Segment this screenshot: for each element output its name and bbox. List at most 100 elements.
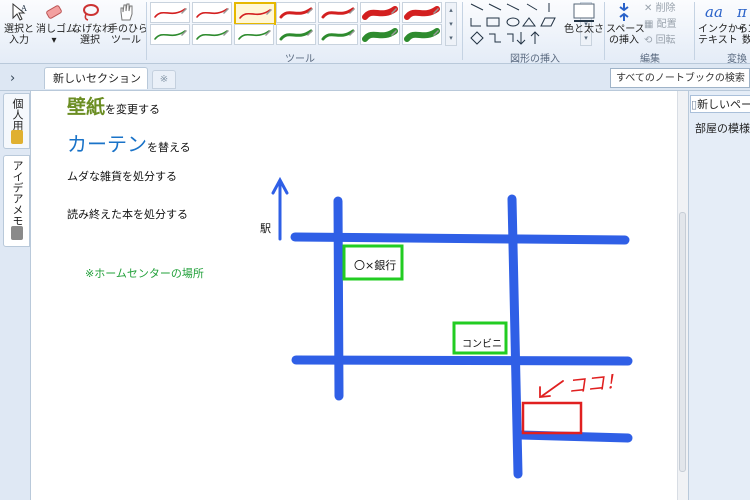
pen-stroke-icon <box>321 29 355 41</box>
tab-section-1[interactable]: 新しいセクション 1 <box>44 67 148 107</box>
delete-label: 削除 <box>655 3 676 14</box>
pen-swatch[interactable] <box>192 2 232 23</box>
road <box>507 194 523 479</box>
ribbon-separator <box>604 2 605 60</box>
road <box>333 196 344 401</box>
arrange-label: 配置 <box>656 19 677 30</box>
pan-tool-button[interactable]: 手のひら ツール <box>108 2 148 46</box>
pen-stroke-icon <box>238 30 271 40</box>
search-input[interactable]: すべてのノートブックの検索 (Ct <box>610 68 750 88</box>
notebook-tab-idea-memo[interactable]: アイデアメモ <box>3 155 30 247</box>
insert-space-button[interactable]: スペース の挿入 <box>606 2 645 46</box>
svg-text:A: A <box>20 4 27 13</box>
pen-stroke-icon <box>279 7 313 19</box>
pen-swatch[interactable] <box>234 24 274 45</box>
lasso-select-button[interactable]: なげなわ 選択 <box>72 2 112 46</box>
group-label-insert-shapes: 図形の挿入 <box>510 54 560 65</box>
pen-swatch[interactable] <box>150 24 190 45</box>
road <box>291 355 633 366</box>
pen-swatch[interactable] <box>150 2 190 23</box>
group-label-edit: 編集 <box>640 54 660 65</box>
pen-stroke-icon <box>154 30 187 40</box>
color-thickness-label: 色と太さ <box>564 24 604 35</box>
notebook-icon <box>11 130 23 144</box>
svg-text:π: π <box>737 3 748 21</box>
color-thickness-icon <box>573 3 595 22</box>
pen-swatch[interactable] <box>234 2 276 25</box>
map-label-bank: 〇×銀行 <box>354 259 397 272</box>
rotate-icon: ⟲ <box>644 35 656 46</box>
pen-swatch[interactable] <box>318 2 358 23</box>
insert-space-icon <box>619 3 629 21</box>
pen-swatch[interactable] <box>192 24 232 45</box>
cursor-icon: A <box>12 2 27 21</box>
notebook-tab-personal[interactable]: 個人用 <box>3 93 30 149</box>
note-page[interactable]: 壁紙を変更する カーテンを替える ムダな雑貨を処分する 読み終えた本を処分する … <box>37 91 677 500</box>
lasso-icon <box>83 4 99 21</box>
pen-stroke-icon <box>279 29 313 41</box>
ink-to-math-label: イン 数 <box>737 24 750 46</box>
ink-to-text-button[interactable]: aa インクから テキスト <box>698 2 748 46</box>
eraser-button[interactable]: 消しゴム ▾ <box>36 2 76 46</box>
delete-icon: ✕ <box>644 3 656 14</box>
ribbon-separator <box>694 2 695 60</box>
notebook-label: アイデアメモ <box>11 160 24 226</box>
pan-label: 手のひら ツール <box>108 24 148 46</box>
pen-stroke-icon <box>362 28 398 42</box>
pen-stroke-icon <box>404 6 440 20</box>
pen-swatch[interactable] <box>276 24 316 45</box>
ink-to-text-icon: aa <box>705 3 723 21</box>
svg-text:aa: aa <box>705 3 723 21</box>
select-input-button[interactable]: A 選択と 入力 <box>4 2 34 46</box>
pen-gallery-scroll[interactable]: ▴ ▾ ▾ <box>445 2 457 46</box>
pen-swatch[interactable] <box>360 24 400 45</box>
eraser-icon <box>46 5 62 19</box>
arrange-icon: ▦ <box>644 19 657 30</box>
map-label-convenience-store: コンビニ <box>462 339 502 350</box>
select-input-label: 選択と 入力 <box>4 24 34 46</box>
pen-swatch[interactable] <box>402 2 442 23</box>
eraser-label: 消しゴム ▾ <box>36 24 76 46</box>
ink-to-math-icon: π <box>737 3 748 21</box>
pen-stroke-icon <box>239 9 272 19</box>
color-thickness-button[interactable]: 色と太さ <box>563 2 605 35</box>
rotate-label: 回転 <box>655 35 676 46</box>
insert-space-label: スペース の挿入 <box>606 24 645 46</box>
ribbon-separator <box>462 2 463 60</box>
pen-stroke-icon <box>196 30 229 40</box>
map-label-station: 駅 <box>260 222 271 235</box>
ribbon: A 選択と 入力 消しゴム ▾ なげなわ 選択 手のひら ツール ▴ ▾ ▾ ツール… <box>0 0 750 65</box>
expand-navigation-button[interactable]: › <box>10 71 15 86</box>
pen-swatch[interactable] <box>318 24 358 45</box>
page-list-item-selected[interactable]: ▯新しいペー <box>690 95 750 113</box>
lasso-label: なげなわ 選択 <box>72 24 112 46</box>
scrollbar-thumb[interactable] <box>679 212 686 472</box>
ribbon-separator <box>146 2 147 60</box>
road <box>290 232 630 245</box>
page-list-item[interactable]: 部屋の模様替 <box>695 120 750 136</box>
ink-to-math-button[interactable]: π イン 数 <box>737 2 750 46</box>
arrange-button[interactable]: ▦ 配置 <box>644 15 677 30</box>
pen-stroke-icon <box>362 6 398 20</box>
pen-swatch[interactable] <box>276 2 316 23</box>
notebook-icon <box>11 226 23 240</box>
pen-stroke-icon <box>404 28 440 42</box>
pen-swatch[interactable] <box>402 24 442 45</box>
notebook-label: 個人用 <box>11 98 24 131</box>
pen-stroke-icon <box>154 8 187 18</box>
pen-stroke-icon <box>196 8 229 18</box>
rotate-button[interactable]: ⟲ 回転 <box>644 31 676 46</box>
delete-button[interactable]: ✕ 削除 <box>644 0 676 14</box>
pen-stroke-icon <box>321 7 355 19</box>
hand-drawn-map[interactable] <box>37 91 677 500</box>
group-label-tools: ツール <box>285 54 315 65</box>
group-label-convert: 変換 <box>727 54 747 65</box>
notebook-sidebar: 個人用 アイデアメモ <box>0 91 31 500</box>
new-section-tab[interactable]: ※ <box>152 70 176 89</box>
pen-swatch[interactable] <box>360 2 400 23</box>
page-title: 新しいペー <box>697 98 750 111</box>
red-arrow <box>539 380 564 398</box>
hand-icon <box>120 3 133 21</box>
destination-box <box>521 401 583 435</box>
road <box>516 430 633 443</box>
